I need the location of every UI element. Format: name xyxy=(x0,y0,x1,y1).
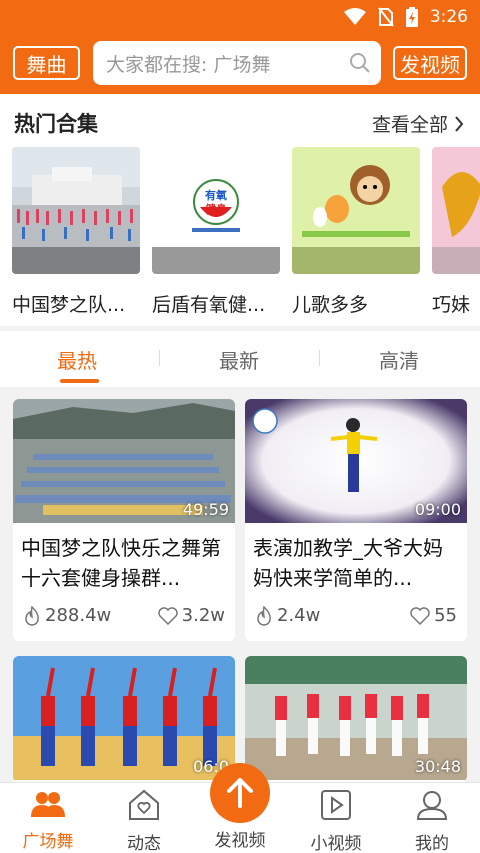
collection-thumbnail xyxy=(292,147,420,274)
collection-thumbnail xyxy=(12,147,140,274)
collection-card[interactable]: 儿歌多多 xyxy=(292,147,420,317)
upload-video-button[interactable]: 发视频 xyxy=(393,46,467,80)
nav-profile[interactable]: 我的 xyxy=(392,789,472,853)
video-duration: 49:59 xyxy=(182,500,229,519)
chevron-right-icon xyxy=(455,115,464,132)
wifi-icon xyxy=(343,8,366,25)
collection-thumbnail: 有氧 健身 xyxy=(152,147,280,274)
nav-square-dance[interactable]: 广场舞 xyxy=(8,789,88,852)
heart-icon[interactable] xyxy=(410,606,430,625)
view-count: 288.4w xyxy=(45,605,112,626)
collection-label: 中国梦之队... xyxy=(12,294,126,316)
collection-label: 儿歌多多 xyxy=(292,294,369,316)
nav-short-video[interactable]: 小视频 xyxy=(296,789,376,853)
video-thumbnail: 49:59 xyxy=(13,399,235,523)
collection-card[interactable]: 巧妹 xyxy=(432,147,480,317)
collection-label: 后盾有氧健... xyxy=(152,294,266,316)
like-count: 55 xyxy=(434,605,457,626)
arrow-up-icon xyxy=(227,778,253,808)
user-icon xyxy=(416,791,448,820)
upload-fab-button[interactable] xyxy=(210,763,270,823)
battery-icon xyxy=(405,7,418,27)
view-all-link[interactable]: 查看全部 xyxy=(372,110,464,137)
status-bar: 3:26 xyxy=(343,6,468,28)
hot-collection-section: 热门合集 查看全部 中国梦之队... 有氧 健身 后盾有氧健... 儿歌多多 巧… xyxy=(0,94,480,326)
collection-card[interactable]: 有氧 健身 后盾有氧健... xyxy=(152,147,280,317)
collection-label: 巧妹 xyxy=(432,294,471,316)
logo-text-2: 健身 xyxy=(205,202,227,216)
video-thumbnail: 09:00 xyxy=(245,399,467,523)
video-card[interactable]: 09:00 表演加教学_大爷大妈妈快来学简单的... 2.4w 55 xyxy=(245,399,467,641)
search-input[interactable]: 大家都在搜: 广场舞 xyxy=(93,41,381,85)
tab-hd[interactable]: 高清 xyxy=(379,345,419,374)
view-all-label: 查看全部 xyxy=(371,114,448,136)
search-icon xyxy=(350,53,370,73)
video-duration: 09:00 xyxy=(414,500,461,519)
flame-icon xyxy=(25,605,39,626)
top-bar: 3:26 舞曲 大家都在搜: 广场舞 发视频 xyxy=(0,0,480,94)
nav-label: 广场舞 xyxy=(22,832,74,852)
logo-text-1: 有氧 xyxy=(205,188,227,202)
video-thumbnail: 30:48 xyxy=(245,656,467,780)
video-title: 中国梦之队快乐之舞第十六套健身操群... xyxy=(21,536,221,590)
view-count: 2.4w xyxy=(277,605,321,626)
nav-label: 我的 xyxy=(415,834,449,853)
play-square-icon xyxy=(321,790,351,820)
tab-latest[interactable]: 最新 xyxy=(219,345,259,374)
feed-tabs: 最热 最新 高清 xyxy=(0,331,480,387)
video-card[interactable]: 49:59 中国梦之队快乐之舞第十六套健身操群... 288.4w 3.2w xyxy=(13,399,235,641)
video-card[interactable]: 30:48 xyxy=(245,656,467,782)
flame-icon xyxy=(257,605,271,626)
tab-divider xyxy=(319,350,320,366)
no-sim-icon xyxy=(378,7,394,27)
header: 舞曲 大家都在搜: 广场舞 发视频 xyxy=(0,40,480,85)
video-stats: 2.4w 55 xyxy=(255,605,457,626)
status-time: 3:26 xyxy=(429,7,468,27)
section-title: 热门合集 xyxy=(14,112,98,136)
video-card[interactable]: 06:0 xyxy=(13,656,235,782)
active-tab-indicator xyxy=(60,379,99,383)
video-title: 表演加教学_大爷大妈妈快来学简单的... xyxy=(253,536,443,590)
heart-icon[interactable] xyxy=(157,606,178,625)
home-heart-icon xyxy=(129,789,159,820)
video-thumbnail: 06:0 xyxy=(13,656,235,780)
search-placeholder: 大家都在搜: 广场舞 xyxy=(106,53,271,76)
like-count: 3.2w xyxy=(181,605,225,626)
nav-label: 动态 xyxy=(127,834,161,853)
collection-card[interactable]: 中国梦之队... xyxy=(12,147,140,317)
nav-label: 小视频 xyxy=(310,834,362,853)
video-duration: 30:48 xyxy=(414,757,461,776)
nav-feed[interactable]: 动态 xyxy=(104,789,184,853)
tab-divider xyxy=(159,350,160,366)
nav-label: 发视频 xyxy=(214,831,266,851)
music-button[interactable]: 舞曲 xyxy=(13,46,80,80)
video-stats: 288.4w 3.2w xyxy=(23,605,225,626)
tab-hottest[interactable]: 最热 xyxy=(57,345,97,374)
collection-thumbnail xyxy=(432,147,480,274)
people-icon xyxy=(31,792,65,817)
